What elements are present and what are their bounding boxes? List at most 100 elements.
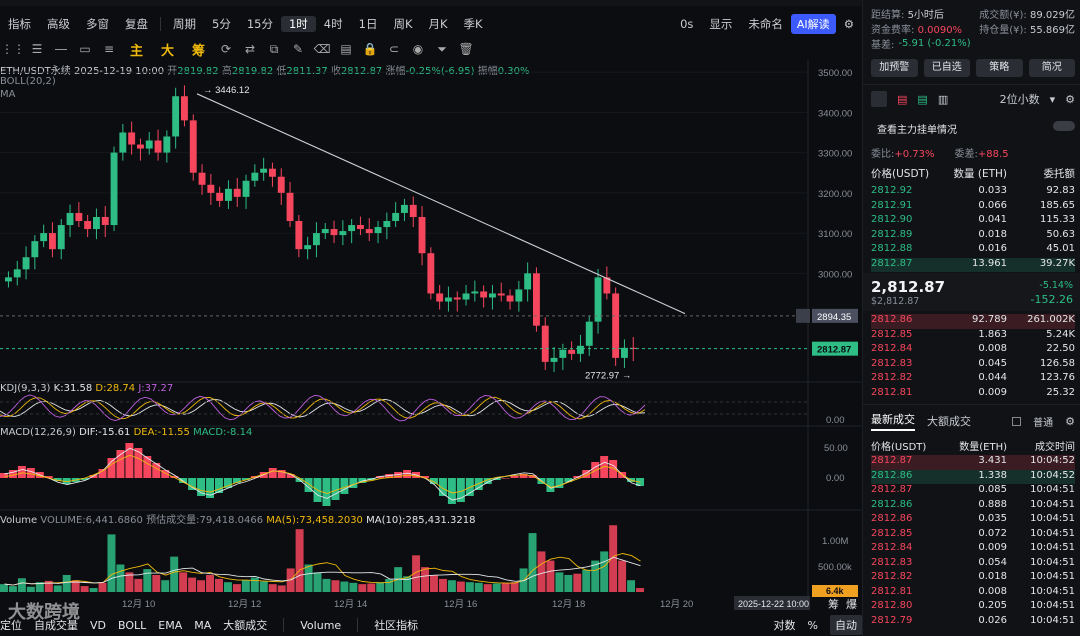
indicator-item[interactable]: EMA — [158, 619, 182, 632]
indicator-item[interactable]: Volume — [300, 619, 341, 632]
cursor-price-label: 2894.35 — [817, 312, 851, 323]
toolbar-advanced[interactable]: 高级 — [39, 16, 78, 32]
trade-row[interactable]: 2812.87 0.085 10:04:51 — [871, 484, 1075, 499]
trade-row[interactable]: 2812.84 0.009 10:04:51 — [871, 542, 1075, 557]
filter-icon[interactable]: ⏷ — [435, 42, 449, 56]
bid-row[interactable]: 2812.84 0.008 22.50 — [871, 343, 1075, 358]
ask-row[interactable]: 2812.89 0.018 50.63 — [871, 229, 1075, 244]
cell: 123.76 — [1040, 372, 1075, 383]
bid-row[interactable]: 2812.82 0.044 123.76 — [871, 372, 1075, 387]
layout-name[interactable]: 未命名 — [740, 16, 791, 32]
trade-row[interactable]: 2812.86 1.338 10:04:52 — [871, 469, 1075, 484]
indicator-item[interactable]: 大额成交 — [223, 617, 267, 633]
trade-row[interactable]: 2812.86 0.888 10:04:51 — [871, 499, 1075, 514]
indicator-item[interactable]: BOLL — [118, 619, 146, 632]
ask-row[interactable]: 2812.92 0.033 92.83 — [871, 185, 1075, 200]
pen-icon[interactable]: ✎ — [291, 42, 305, 56]
macd-value: -8.14 — [226, 427, 253, 438]
toolbar-period[interactable]: 周期 — [165, 16, 204, 32]
trade-row[interactable]: 2812.86 0.035 10:04:51 — [871, 513, 1075, 528]
refresh-icon[interactable]: ⟳ — [219, 42, 233, 56]
copy-icon[interactable]: ⧉ — [267, 42, 281, 56]
toolbar-indicators[interactable]: 指标 — [0, 16, 39, 32]
settings-icon[interactable]: ⚙ — [1065, 415, 1075, 428]
grid-icon[interactable]: ⋮⋮ — [1, 42, 25, 56]
toolbar-replay[interactable]: 复盘 — [117, 16, 156, 32]
volume-bar — [421, 567, 429, 592]
trade-row[interactable]: 2812.85 0.072 10:04:51 — [871, 528, 1075, 543]
ask-row[interactable]: 2812.91 0.066 185.65 — [871, 200, 1075, 215]
period-15m[interactable]: 15分 — [239, 16, 281, 32]
period-week[interactable]: 周K — [385, 16, 420, 32]
trash-icon[interactable]: 🗑 — [458, 42, 473, 56]
book-depth-icon[interactable]: ▥ — [938, 93, 948, 106]
ask-row[interactable]: 2812.88 0.016 45.01 — [871, 243, 1075, 258]
book-bids-icon[interactable]: ▤ — [917, 93, 927, 106]
watchlist-button[interactable]: 已自选 — [923, 59, 970, 77]
log-scale-toggle[interactable]: 对数 — [774, 617, 796, 633]
tab-large-trades[interactable]: 大额成交 — [927, 413, 971, 429]
book-both-icon[interactable] — [871, 91, 887, 107]
magnet-icon[interactable]: ⊂ — [387, 42, 401, 56]
cell: 10:04:51 — [1030, 527, 1075, 539]
display-toggle[interactable]: 显示 — [701, 16, 740, 32]
swap-icon[interactable]: ⇄ — [243, 42, 257, 56]
ask-row[interactable]: 2812.90 0.041 115.33 — [871, 214, 1075, 229]
list-icon[interactable]: ≡ — [102, 42, 116, 56]
bid-row[interactable]: 2812.85 1.863 5.24K — [871, 329, 1075, 344]
tab-latest-trades[interactable]: 最新成交 — [871, 411, 915, 431]
layers-icon[interactable]: ▤ — [339, 42, 353, 56]
indicator-item[interactable]: 社区指标 — [374, 617, 418, 633]
trade-row[interactable]: 2812.87 3.431 10:04:52 — [871, 455, 1075, 470]
main-chart-toggle[interactable]: 主 — [126, 40, 147, 59]
chip-toggle[interactable]: 筹 — [188, 40, 209, 59]
trade-row[interactable]: 2812.82 0.018 10:04:51 — [871, 571, 1075, 586]
price-chart[interactable]: → 3446.12 2772.97 → 2894.35 2812.87 3500.00… — [0, 60, 862, 614]
eye-icon[interactable]: ◉ — [411, 42, 425, 56]
period-5m[interactable]: 5分 — [204, 16, 239, 32]
period-month[interactable]: 月K — [421, 16, 456, 32]
rect-tool-icon[interactable]: ▭ — [78, 42, 92, 56]
period-quarter[interactable]: 季K — [456, 16, 491, 32]
indicator-item[interactable]: MA — [194, 619, 211, 632]
ask-row[interactable]: 2812.87 13.961 39.27K — [871, 257, 1075, 272]
trade-row[interactable]: 2812.83 0.054 10:04:51 — [871, 557, 1075, 572]
menu-icon[interactable]: ☰ — [30, 42, 44, 56]
add-alert-button[interactable]: 加预警 — [871, 59, 918, 77]
ai-analysis-button[interactable]: AI解读 — [790, 14, 836, 34]
trade-row[interactable]: 2812.79 0.026 10:04:51 — [871, 615, 1075, 630]
indicator-item[interactable]: VD — [90, 619, 106, 632]
col-trade-qty[interactable]: 数量(ETH) — [939, 438, 1007, 453]
normal-checkbox[interactable] — [1012, 416, 1022, 426]
overview-button[interactable]: 简况 — [1028, 59, 1075, 77]
candlestick-series — [5, 85, 637, 372]
book-asks-icon[interactable]: ▤ — [897, 93, 907, 106]
lock-icon[interactable]: 🔒 — [363, 42, 378, 56]
period-4h[interactable]: 4时 — [316, 16, 351, 32]
candle-body — [480, 291, 488, 298]
refresh-interval[interactable]: 0s — [672, 17, 701, 31]
precision-select[interactable]: 2位小数 — [1000, 91, 1040, 107]
settings-gear-icon[interactable]: ⚙ — [836, 17, 862, 31]
toolbar-multi-window[interactable]: 多窗 — [78, 16, 117, 32]
strategy-button[interactable]: 策略 — [976, 59, 1023, 77]
settings-icon[interactable]: ⚙ — [1065, 93, 1075, 106]
auto-scale-toggle[interactable]: 自动 — [830, 615, 862, 635]
trade-row[interactable]: 2812.80 0.205 10:04:51 — [871, 600, 1075, 615]
macd-tick-label: 0.00 — [826, 473, 845, 484]
trade-row[interactable]: 2812.81 0.008 10:04:51 — [871, 586, 1075, 601]
period-1d[interactable]: 1日 — [351, 16, 386, 32]
bid-row[interactable]: 2812.83 0.045 126.58 — [871, 358, 1075, 373]
main-order-link[interactable]: 查看主力挂单情况 — [877, 121, 957, 136]
bid-row[interactable]: 2812.81 0.009 25.32 — [871, 387, 1075, 402]
period-1h[interactable]: 1时 — [280, 16, 316, 32]
percent-scale-toggle[interactable]: % — [808, 619, 818, 632]
large-order-toggle[interactable]: 大 — [157, 40, 178, 59]
col-qty[interactable]: 数量 (ETH) — [939, 166, 1007, 181]
x-tick-label: 12月 18 — [552, 599, 585, 610]
line-tool-icon[interactable]: ― — [54, 42, 68, 56]
bid-row[interactable]: 2812.86 92.789 261.002K — [871, 314, 1075, 329]
col-amount[interactable]: 委托额 — [1007, 166, 1076, 181]
main-order-toggle[interactable] — [1053, 121, 1075, 131]
eraser-icon[interactable]: ⌫ — [314, 42, 331, 56]
